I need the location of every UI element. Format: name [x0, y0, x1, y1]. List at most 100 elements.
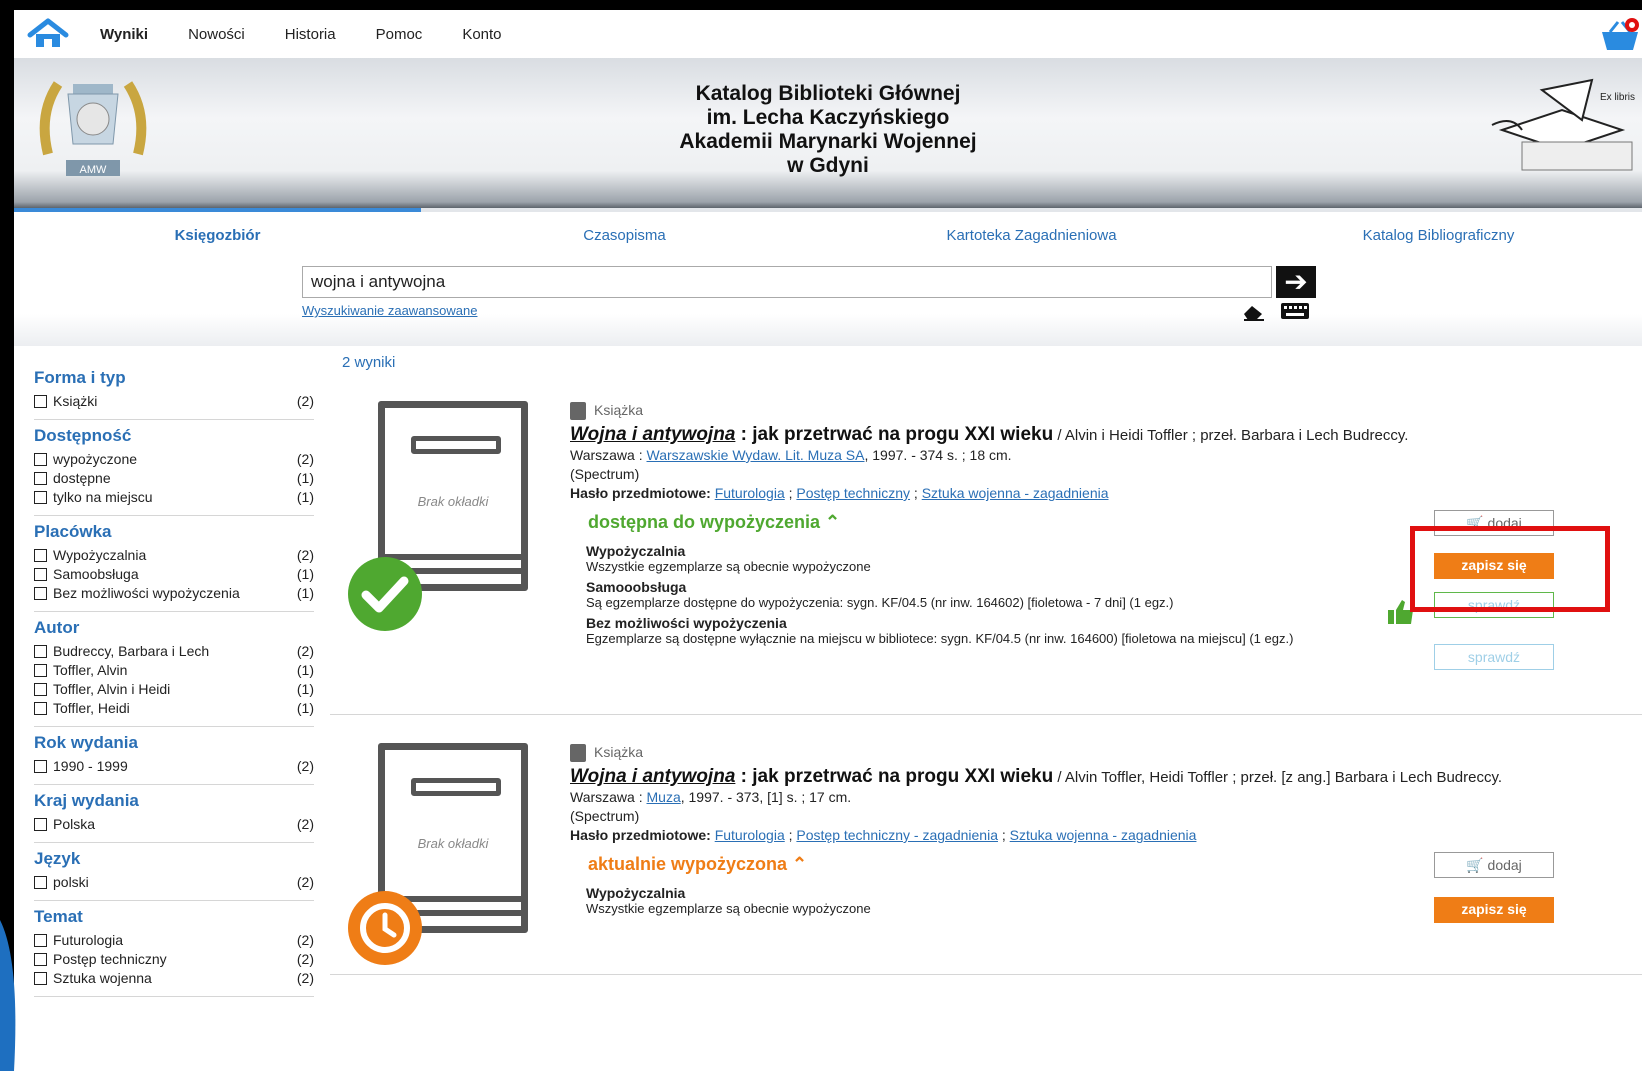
basket-icon[interactable]	[1598, 16, 1642, 54]
pub-details: , 1997. - 374 s. ; 18 cm.	[864, 447, 1012, 463]
facet-option[interactable]: 1990 - 1999 (2)	[34, 757, 314, 776]
facet-option[interactable]: Polska (2)	[34, 815, 314, 834]
facet-option-count: (2)	[296, 951, 314, 967]
nav-pomoc[interactable]: Pomoc	[376, 26, 423, 43]
nav-wyniki[interactable]: Wyniki	[100, 26, 148, 43]
facet-checkbox[interactable]	[34, 934, 47, 947]
nav-historia[interactable]: Historia	[285, 26, 336, 43]
search-submit-button[interactable]: ➔	[1276, 266, 1316, 298]
result-record: Brak okładki Książka Wojna i antywojna :…	[330, 715, 1642, 975]
reserve-button[interactable]: zapisz się	[1434, 897, 1554, 923]
subject-link[interactable]: Futurologia	[715, 485, 785, 501]
facet-option-count: (2)	[296, 970, 314, 986]
location-item: Bez możliwości wypożyczenia Egzemplarze s…	[586, 616, 1416, 647]
facet-option-label: Polska	[53, 816, 96, 832]
subject-link[interactable]: Futurologia	[715, 827, 785, 843]
subject-link[interactable]: Postęp techniczny	[796, 485, 910, 501]
facet-checkbox[interactable]	[34, 472, 47, 485]
facet-option[interactable]: Samoobsługa (1)	[34, 565, 314, 584]
facet-option[interactable]: dostępne (1)	[34, 469, 314, 488]
facet-checkbox[interactable]	[34, 818, 47, 831]
facet-group: Kraj wydania Polska (2)	[34, 785, 314, 843]
facet-option-count: (2)	[296, 874, 314, 890]
home-icon[interactable]	[26, 17, 70, 51]
subject-link[interactable]: Postęp techniczny - zagadnienia	[796, 827, 998, 843]
add-label: dodaj	[1487, 857, 1522, 873]
tab-ksiegozbior[interactable]: Księgozbiór	[14, 208, 421, 252]
facet-option[interactable]: tylko na miejscu (1)	[34, 488, 314, 507]
record-series: (Spectrum)	[570, 466, 640, 482]
facet-checkbox[interactable]	[34, 568, 47, 581]
facet-checkbox[interactable]	[34, 953, 47, 966]
facet-option-count: (2)	[296, 816, 314, 832]
facet-option[interactable]: Toffler, Alvin i Heidi (1)	[34, 680, 314, 699]
facet-option[interactable]: Sztuka wojenna (2)	[34, 969, 314, 988]
tab-katalog-bibliograficzny[interactable]: Katalog Bibliograficzny	[1235, 208, 1642, 252]
publisher-link[interactable]: Warszawskie Wydaw. Lit. Muza SA	[647, 447, 865, 463]
facet-option[interactable]: polski (2)	[34, 873, 314, 892]
record-series: (Spectrum)	[570, 808, 640, 824]
check-availability-button[interactable]: sprawdź	[1434, 644, 1554, 670]
record-title-link[interactable]: Wojna i antywojna	[570, 766, 735, 787]
facet-title[interactable]: Kraj wydania	[34, 791, 314, 811]
header-banner: AMW Katalog Biblioteki Głównej im. Lecha…	[14, 58, 1642, 208]
subject-link[interactable]: Sztuka wojenna - zagadnienia	[922, 485, 1109, 501]
facet-option-label: Futurologia	[53, 932, 124, 948]
facet-title[interactable]: Język	[34, 849, 314, 869]
facet-checkbox[interactable]	[34, 664, 47, 677]
advanced-search-link[interactable]: Wyszukiwanie zaawansowane	[302, 303, 477, 318]
facet-option[interactable]: Toffler, Alvin (1)	[34, 661, 314, 680]
book-icon	[570, 743, 586, 762]
facet-option-label: Bez możliwości wypożyczenia	[53, 585, 240, 601]
facet-checkbox[interactable]	[34, 453, 47, 466]
facet-option[interactable]: Postęp techniczny (2)	[34, 950, 314, 969]
tab-kartoteka-zagadnieniowa[interactable]: Kartoteka Zagadnieniowa	[828, 208, 1235, 252]
facet-checkbox[interactable]	[34, 587, 47, 600]
facet-checkbox[interactable]	[34, 549, 47, 562]
facet-option-label: polski	[53, 874, 89, 890]
facet-option[interactable]: Budrecсy, Barbara i Lech (2)	[34, 642, 314, 661]
facet-option-count: (1)	[296, 662, 314, 678]
add-to-basket-button[interactable]: 🛒 dodaj	[1434, 852, 1554, 878]
facet-option-label: Toffler, Alvin	[53, 662, 128, 678]
facet-checkbox[interactable]	[34, 683, 47, 696]
facet-title[interactable]: Rok wydania	[34, 733, 314, 753]
eraser-icon[interactable]	[1242, 302, 1266, 322]
facet-checkbox[interactable]	[34, 645, 47, 658]
no-cover-label: Brak okładki	[417, 494, 489, 509]
facet-title[interactable]: Placówka	[34, 522, 314, 542]
subject-link[interactable]: Sztuka wojenna - zagadnienia	[1010, 827, 1197, 843]
facet-checkbox[interactable]	[34, 760, 47, 773]
facet-title[interactable]: Autor	[34, 618, 314, 638]
facet-title[interactable]: Forma i typ	[34, 368, 314, 388]
keyboard-icon[interactable]	[1280, 302, 1310, 320]
basket-icon: 🛒	[1466, 857, 1488, 873]
title-line-1: Katalog Biblioteki Głównej	[695, 82, 961, 105]
record-title-link[interactable]: Wojna i antywojna	[570, 424, 735, 445]
facet-option[interactable]: Wypożyczalnia (2)	[34, 546, 314, 565]
facet-option[interactable]: Książki (2)	[34, 392, 314, 411]
facet-option-label: tylko na miejscu	[53, 489, 153, 505]
title-line-4: w Gdyni	[787, 154, 869, 177]
facet-option[interactable]: Bez możliwości wypożyczenia (1)	[34, 584, 314, 603]
search-input[interactable]	[302, 266, 1272, 298]
facet-option-label: Książki	[53, 393, 98, 409]
facet-checkbox[interactable]	[34, 395, 47, 408]
facet-option-label: Toffler, Heidi	[53, 700, 130, 716]
nav-konto[interactable]: Konto	[462, 26, 501, 43]
facet-option[interactable]: Futurologia (2)	[34, 931, 314, 950]
facet-checkbox[interactable]	[34, 491, 47, 504]
no-cover-label: Brak okładki	[417, 836, 489, 851]
facet-checkbox[interactable]	[34, 876, 47, 889]
facet-title[interactable]: Dostępność	[34, 426, 314, 446]
facet-checkbox[interactable]	[34, 972, 47, 985]
facet-checkbox[interactable]	[34, 702, 47, 715]
facet-option-count: (1)	[296, 585, 314, 601]
facet-title[interactable]: Temat	[34, 907, 314, 927]
facet-option[interactable]: wypożyczone (2)	[34, 450, 314, 469]
tab-czasopisma[interactable]: Czasopisma	[421, 208, 828, 252]
publisher-link[interactable]: Muza	[647, 789, 681, 805]
ex-libris-text: Ex libris	[1600, 92, 1635, 103]
facet-option[interactable]: Toffler, Heidi (1)	[34, 699, 314, 718]
nav-nowosci[interactable]: Nowości	[188, 26, 245, 43]
